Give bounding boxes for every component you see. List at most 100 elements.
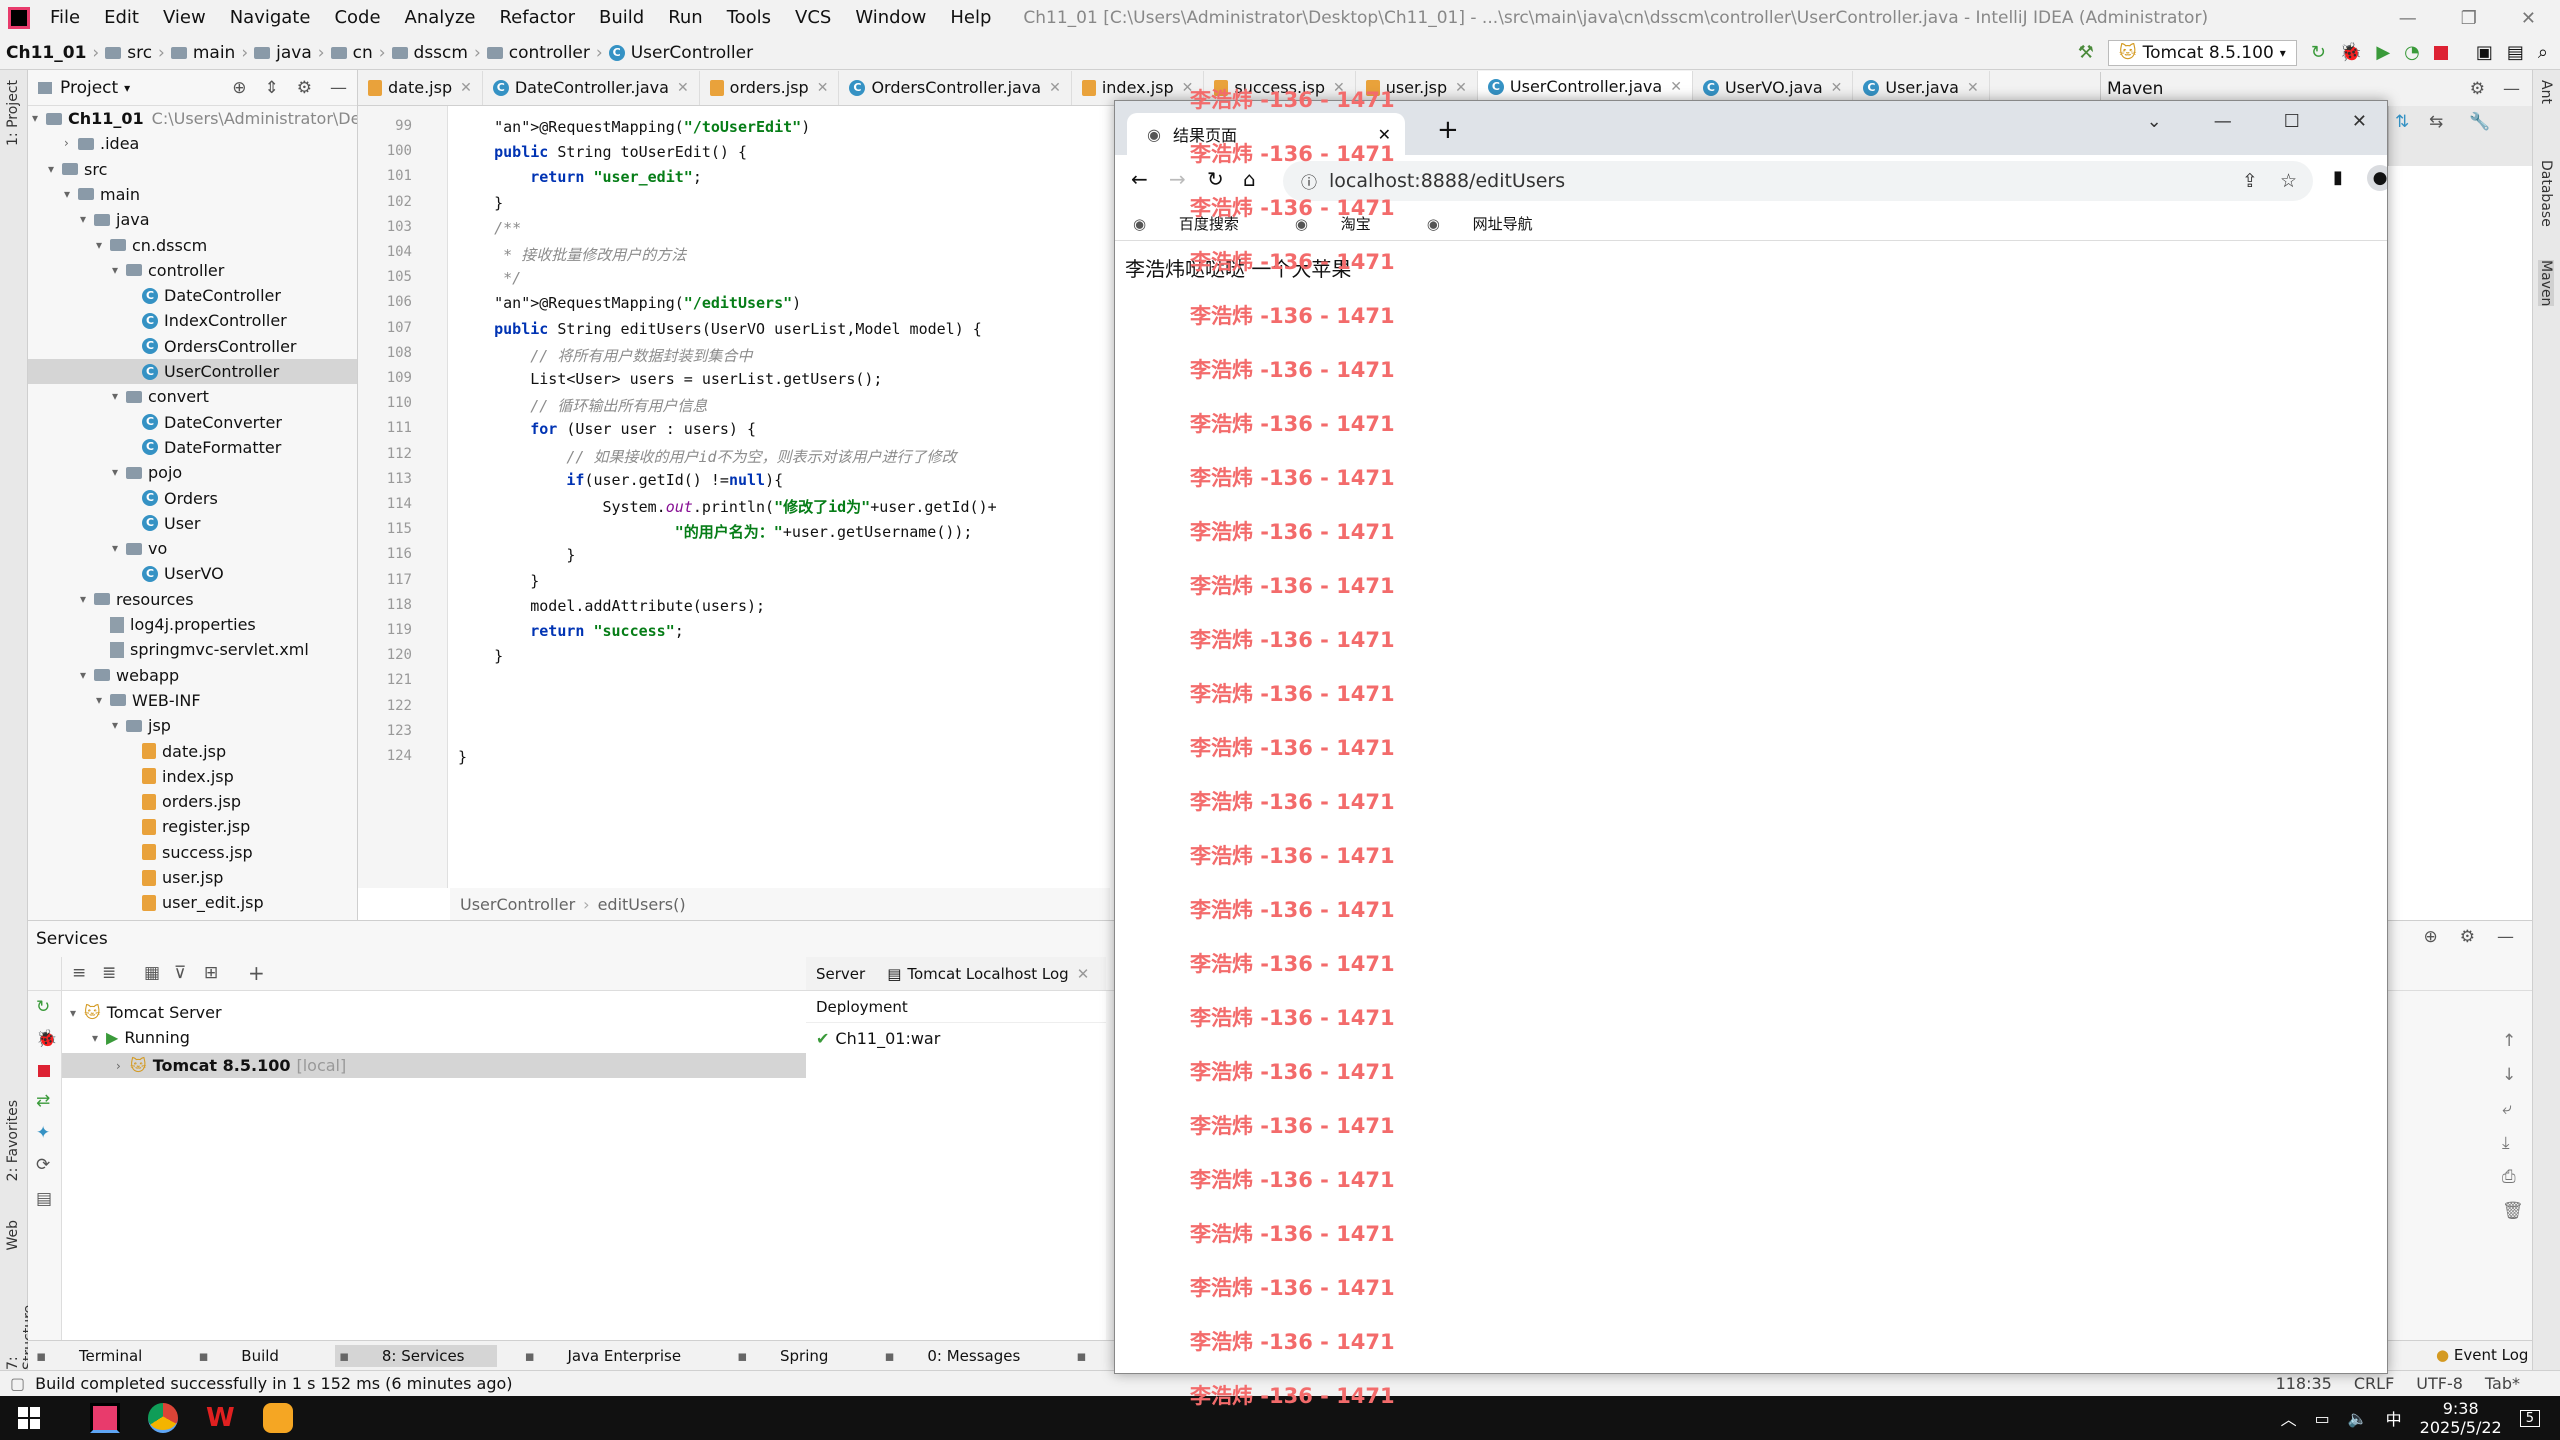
- target-icon[interactable]: ⊕: [2424, 927, 2438, 947]
- side-panel-icon[interactable]: ▮: [2333, 167, 2343, 188]
- tree-item[interactable]: user.jsp: [128, 865, 223, 890]
- tray-chevron-icon[interactable]: ︿: [2281, 1406, 2297, 1430]
- ime-indicator[interactable]: 中: [2386, 1406, 2402, 1430]
- editor-tab[interactable]: C OrdersController.java ✕: [839, 71, 1072, 105]
- home-icon[interactable]: ⌂: [1243, 167, 1256, 191]
- menu-item-build[interactable]: Build: [587, 0, 656, 36]
- tree-item[interactable]: C UserVO: [128, 561, 224, 586]
- up-arrow-icon[interactable]: ↑: [2502, 1031, 2526, 1051]
- stop-icon[interactable]: [38, 1065, 50, 1077]
- gear-icon[interactable]: ⚙: [297, 78, 312, 98]
- share-icon[interactable]: ⇪: [2242, 170, 2258, 192]
- close-tab-icon[interactable]: ✕: [1670, 70, 1682, 104]
- layout-icon[interactable]: ▤: [36, 1189, 52, 1209]
- tree-item[interactable]: C OrdersController: [128, 334, 297, 359]
- tree-item[interactable]: user_edit.jsp: [128, 890, 264, 915]
- tree-item[interactable]: index.jsp: [128, 764, 234, 789]
- gear-icon[interactable]: ⚙: [2460, 927, 2475, 947]
- gear-icon[interactable]: ⚙: [2470, 79, 2485, 99]
- tree-item[interactable]: ▾ vo: [112, 536, 167, 561]
- browser-tab[interactable]: ◉ 结果页面 ✕: [1127, 113, 1405, 155]
- code-view[interactable]: "an">@RequestMapping("/toUserEdit") publ…: [450, 106, 1110, 888]
- running-node[interactable]: ▾ ▶ Running: [92, 1028, 190, 1047]
- debug-icon[interactable]: 🐞: [36, 1029, 57, 1049]
- tree-item[interactable]: C IndexController: [128, 308, 287, 333]
- menu-item-navigate[interactable]: Navigate: [218, 0, 323, 36]
- locate-icon[interactable]: ⊕: [232, 78, 246, 98]
- tree-item[interactable]: springmvc-servlet.xml: [96, 637, 309, 662]
- collapse-all-icon[interactable]: ⇕: [265, 78, 279, 98]
- tomcat-server-node[interactable]: ▾ 🐱 Tomcat Server: [70, 1003, 222, 1022]
- tree-item[interactable]: orders.jsp: [128, 789, 241, 814]
- tool-tab-terminal[interactable]: ▪ Terminal: [36, 1347, 170, 1365]
- database-tool-tab[interactable]: Database: [2538, 160, 2554, 227]
- maven-tool-tab[interactable]: Maven: [2538, 260, 2554, 307]
- event-log-button[interactable]: ● Event Log: [2436, 1346, 2528, 1364]
- profile-icon[interactable]: ◔: [2404, 42, 2420, 63]
- rerun-icon[interactable]: ↻: [2311, 42, 2326, 63]
- tree-item[interactable]: ▾ pojo: [112, 460, 182, 485]
- bookmark-item[interactable]: ◉ 百度搜索: [1133, 213, 1267, 234]
- collapse-all-icon[interactable]: ≣: [102, 963, 116, 983]
- wrench-icon[interactable]: 🔧: [2469, 112, 2490, 132]
- menu-item-refactor[interactable]: Refactor: [487, 0, 587, 36]
- volume-icon[interactable]: 🔈: [2348, 1409, 2368, 1428]
- new-tab-icon[interactable]: +: [1437, 115, 1459, 145]
- clock[interactable]: 9:38 2025/5/22: [2420, 1399, 2502, 1437]
- menu-item-view[interactable]: View: [151, 0, 218, 36]
- debug-icon[interactable]: 🐞: [2340, 42, 2362, 63]
- hide-panel-icon[interactable]: —: [2497, 927, 2514, 947]
- breadcrumb-item[interactable]: java: [254, 43, 312, 63]
- menu-item-file[interactable]: File: [38, 0, 92, 36]
- editor-tab[interactable]: orders.jsp ✕: [700, 71, 840, 105]
- breadcrumb-item[interactable]: dsscm: [391, 43, 468, 63]
- stop-icon[interactable]: [2433, 45, 2448, 60]
- hide-panel-icon[interactable]: —: [2503, 79, 2520, 99]
- tool-tab-spring[interactable]: ▪ Spring: [737, 1347, 856, 1365]
- editor-breadcrumb-class[interactable]: UserController: [460, 895, 575, 914]
- tool-tab-java-enterprise[interactable]: ▪ Java Enterprise: [525, 1347, 710, 1365]
- tool-tab-messages[interactable]: ▪ 0: Messages: [884, 1347, 1048, 1365]
- tree-item[interactable]: ▾ src: [48, 157, 107, 182]
- address-bar[interactable]: ⓘ localhost:8888/editUsers ⇪ ☆: [1283, 161, 2313, 201]
- breadcrumb-item[interactable]: Ch11_01: [6, 43, 86, 63]
- editor-tab[interactable]: date.jsp ✕: [358, 71, 483, 105]
- editor-tab[interactable]: C DateController.java ✕: [483, 71, 700, 105]
- bookmark-star-icon[interactable]: ☆: [2280, 170, 2297, 192]
- filter-icon[interactable]: ⊽: [174, 963, 186, 983]
- add-icon[interactable]: +: [248, 961, 265, 985]
- intellij-taskbar-icon[interactable]: [90, 1403, 120, 1433]
- tree-item[interactable]: C Orders: [128, 486, 218, 511]
- editor-breadcrumb-method[interactable]: editUsers(): [598, 895, 686, 914]
- minimize-icon[interactable]: —: [2214, 111, 2232, 132]
- tool-tab-services[interactable]: ▪ 8: Services: [334, 1344, 497, 1367]
- tree-item[interactable]: ▾ jsp: [112, 713, 171, 738]
- maximize-icon[interactable]: ❐: [2461, 8, 2477, 29]
- menu-item-run[interactable]: Run: [656, 0, 715, 36]
- tool-tab-build[interactable]: ▪ Build: [198, 1347, 307, 1365]
- expand-all-icon[interactable]: ≡: [72, 963, 86, 983]
- close-icon[interactable]: ✕: [1077, 965, 1090, 983]
- group-icon[interactable]: ▦: [144, 963, 160, 983]
- forward-icon[interactable]: →: [1169, 167, 1186, 191]
- project-root-node[interactable]: ▾ Ch11_01 C:\Users\Administrator\Desk: [32, 106, 357, 131]
- scroll-to-end-icon[interactable]: ⤓: [2502, 1133, 2526, 1153]
- refresh-icon[interactable]: ⟳: [36, 1155, 50, 1175]
- collapse-icon[interactable]: ⇆: [2429, 112, 2443, 132]
- breadcrumb-item[interactable]: controller: [486, 43, 590, 63]
- tomcat-instance-node[interactable]: › 🐱 Tomcat 8.5.100 [local]: [62, 1053, 832, 1078]
- windows-start-icon[interactable]: [18, 1407, 40, 1429]
- tree-item[interactable]: ▾ main: [64, 182, 140, 207]
- tab-search-icon[interactable]: ⌄: [2147, 111, 2162, 132]
- hide-panel-icon[interactable]: —: [330, 78, 347, 98]
- network-icon[interactable]: ▭: [2315, 1409, 2330, 1428]
- tree-item[interactable]: success.jsp: [128, 840, 253, 865]
- coverage-icon[interactable]: ▶: [2376, 42, 2390, 63]
- site-info-icon[interactable]: ⓘ: [1301, 169, 1317, 193]
- ant-tool-tab[interactable]: Ant: [2538, 80, 2554, 104]
- reimport-icon[interactable]: ⇅: [2395, 112, 2409, 132]
- project-structure-icon[interactable]: ▣: [2476, 42, 2493, 63]
- tree-item[interactable]: register.jsp: [128, 814, 250, 839]
- tree-item[interactable]: ▾ WEB-INF: [96, 688, 201, 713]
- tree-item[interactable]: ▾ java: [80, 207, 150, 232]
